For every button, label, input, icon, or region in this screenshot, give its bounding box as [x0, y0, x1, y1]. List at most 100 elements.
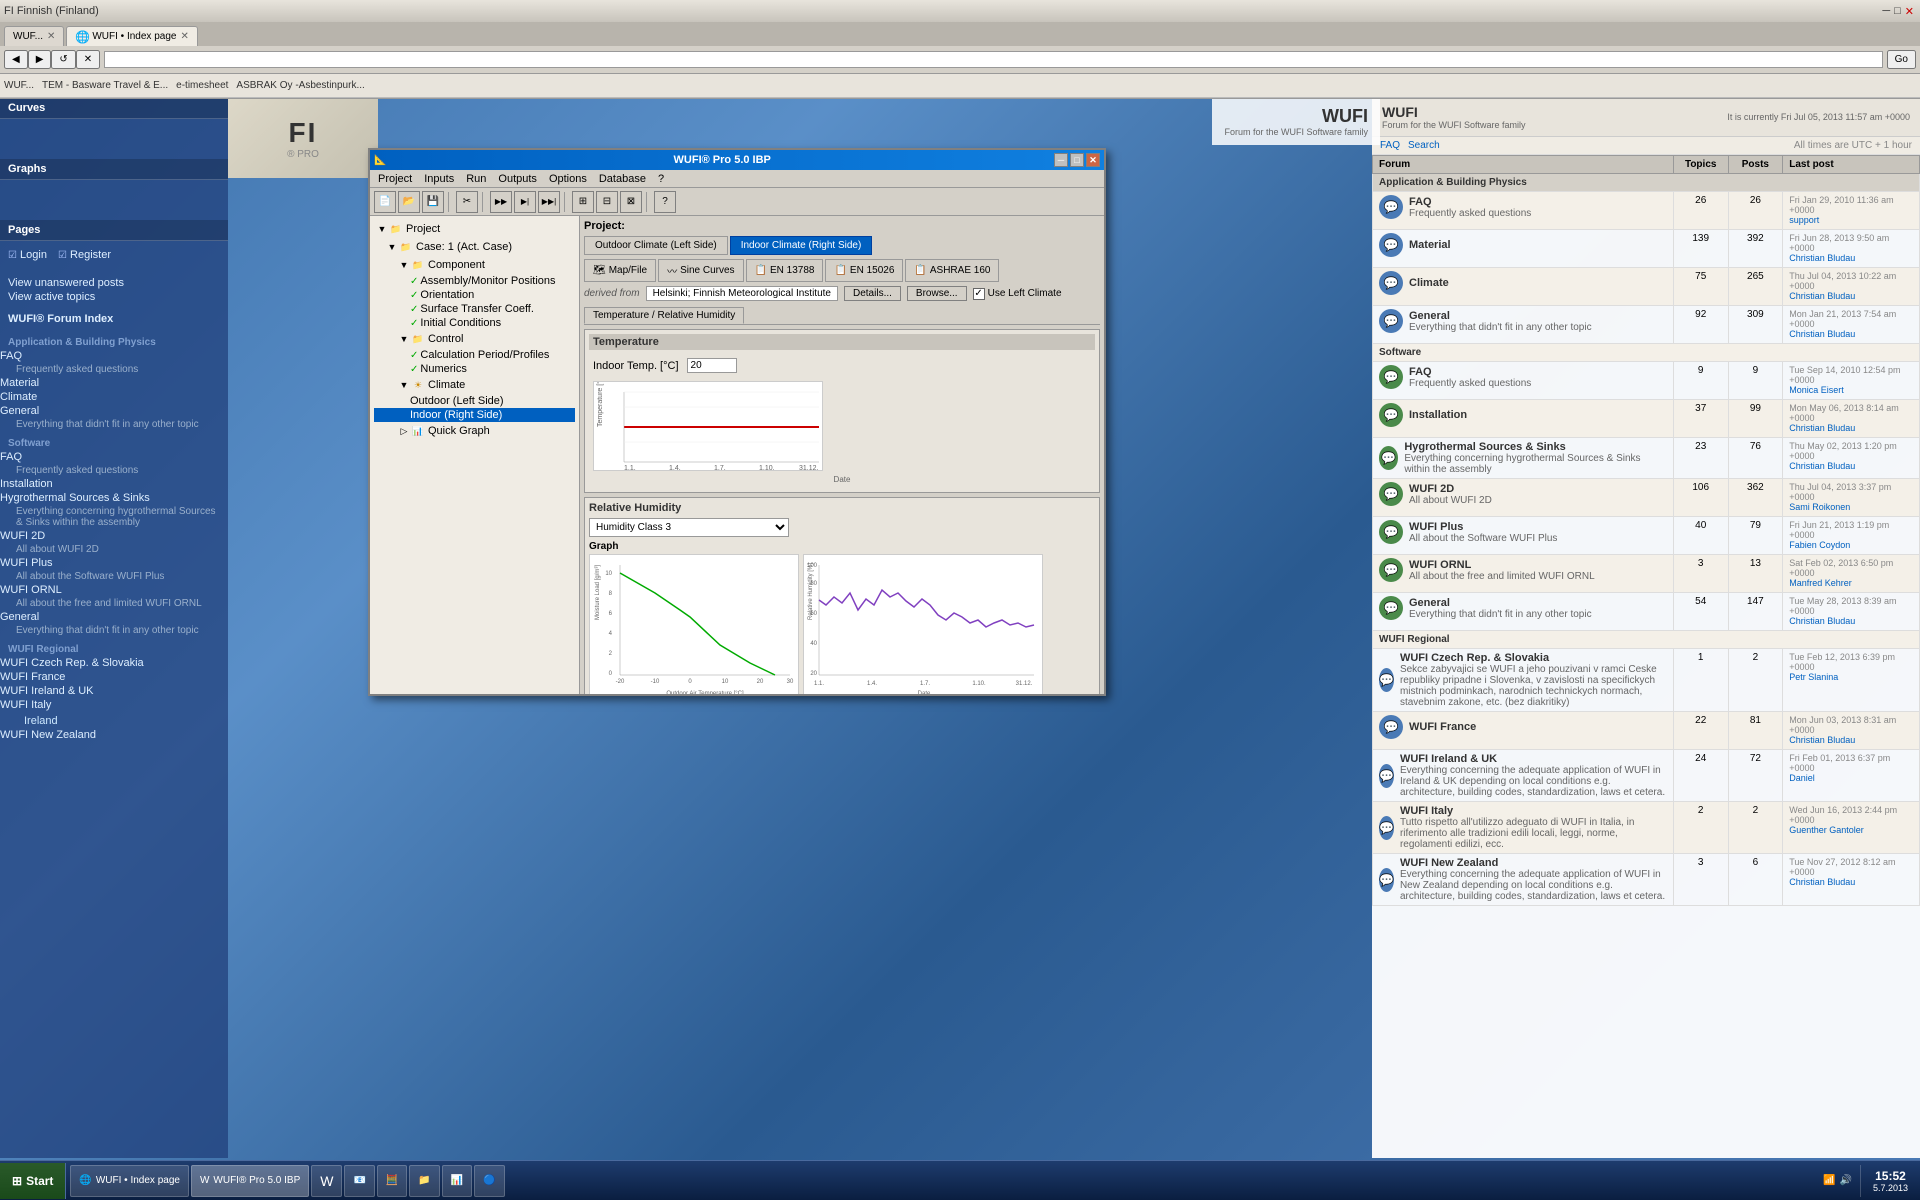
sidebar-general[interactable]: General — [0, 405, 228, 417]
menu-options[interactable]: Options — [543, 170, 593, 188]
menu-help[interactable]: ? — [652, 170, 670, 188]
tree-numerics[interactable]: ✓ Numerics — [374, 362, 575, 376]
taskbar-explorer[interactable]: 📁 — [409, 1165, 439, 1197]
menu-project[interactable]: Project — [372, 170, 418, 188]
wufiornl-last-user[interactable]: Manfred Kehrer — [1789, 578, 1852, 588]
tree-initial[interactable]: ✓ Initial Conditions — [374, 316, 575, 330]
tab-wufi-index[interactable]: 🌐 WUFI • Index page ✕ — [66, 26, 197, 46]
tree-surface[interactable]: ✓ Surface Transfer Coeff. — [374, 302, 575, 316]
refresh-btn[interactable]: ↺ — [51, 50, 75, 69]
go-btn[interactable]: Go — [1887, 50, 1916, 69]
italy-name[interactable]: WUFI Italy — [1400, 805, 1667, 817]
toolbar-run1[interactable]: ▶▶ — [490, 191, 512, 213]
tree-indoor[interactable]: Indoor (Right Side) — [374, 408, 575, 422]
toolbar-save[interactable]: 💾 — [422, 191, 444, 213]
bm-etime[interactable]: e-timesheet — [176, 80, 228, 91]
france-name[interactable]: WUFI France — [1409, 721, 1476, 733]
tree-orientation[interactable]: ✓ Orientation — [374, 288, 575, 302]
tab-mapfile[interactable]: 🗺 Map/File — [584, 259, 656, 282]
menu-inputs[interactable]: Inputs — [418, 170, 460, 188]
tree-case-expand[interactable]: ▼ — [386, 242, 398, 252]
sidebar-sw-faq[interactable]: FAQ — [0, 451, 228, 463]
sidebar-nz[interactable]: WUFI New Zealand — [0, 729, 228, 741]
wufiplus-last-user[interactable]: Fabien Coydon — [1789, 540, 1850, 550]
temp-rh-tab[interactable]: Temperature / Relative Humidity — [584, 307, 744, 324]
address-bar[interactable] — [104, 51, 1882, 68]
toolbar-help[interactable]: ? — [654, 191, 676, 213]
nz-name[interactable]: WUFI New Zealand — [1400, 857, 1667, 869]
tab-wufi-index-close[interactable]: ✕ — [180, 31, 188, 42]
browse-btn[interactable]: Browse... — [907, 286, 967, 301]
climate-last-user[interactable]: Christian Bludau — [1789, 291, 1855, 301]
general-app-name[interactable]: General — [1409, 310, 1592, 322]
wufiornl-name[interactable]: WUFI ORNL — [1409, 559, 1595, 571]
france-last-user[interactable]: Christian Bludau — [1789, 735, 1855, 745]
bm-asbrak[interactable]: ASBRAK Oy -Asbestinpurk... — [236, 80, 364, 91]
tree-case[interactable]: ▼ 📁 Case: 1 (Act. Case) — [374, 238, 575, 256]
toolbar-run2[interactable]: ▶| — [514, 191, 536, 213]
sidebar-wufiplus[interactable]: WUFI Plus — [0, 557, 228, 569]
tree-assembly[interactable]: ✓ Assembly/Monitor Positions — [374, 274, 575, 288]
install-last-user[interactable]: Christian Bludau — [1789, 423, 1855, 433]
taskbar-app2[interactable]: 📊 — [442, 1165, 472, 1197]
login-link[interactable]: Login — [20, 249, 47, 261]
tab-wuf[interactable]: WUF... ✕ — [4, 26, 64, 46]
faq-app-last-user[interactable]: support — [1789, 215, 1819, 225]
indoor-climate-tab[interactable]: Indoor Climate (Right Side) — [730, 236, 873, 255]
dialog-minimize-btn[interactable]: ─ — [1054, 153, 1068, 167]
material-last-user[interactable]: Christian Bludau — [1789, 253, 1855, 263]
tree-component-expand[interactable]: ▼ — [398, 260, 410, 270]
register-link[interactable]: Register — [70, 249, 111, 261]
view-unanswered[interactable]: View unanswered posts — [8, 277, 220, 289]
faq-link[interactable]: FAQ — [1380, 140, 1400, 151]
hygro-last-user[interactable]: Christian Bludau — [1789, 461, 1855, 471]
ireland-item[interactable]: Ireland — [0, 713, 228, 729]
taskbar-outlook[interactable]: 📧 — [344, 1165, 374, 1197]
taskbar-ie[interactable]: 🌐 WUFI • Index page — [70, 1165, 189, 1197]
tab-en13788[interactable]: 📋 EN 13788 — [746, 259, 824, 282]
faq-sw-name[interactable]: FAQ — [1409, 366, 1531, 378]
italy-last-user[interactable]: Guenther Gantoler — [1789, 825, 1864, 835]
toolbar-view3[interactable]: ⊠ — [620, 191, 642, 213]
material-name[interactable]: Material — [1409, 239, 1451, 251]
faq-sw-last-user[interactable]: Monica Eisert — [1789, 385, 1844, 395]
tree-component[interactable]: ▼ 📁 Component — [374, 256, 575, 274]
tree-project[interactable]: ▼ 📁 Project — [374, 220, 575, 238]
use-left-climate-checkbox[interactable]: ✓ — [973, 288, 985, 300]
view-active[interactable]: View active topics — [8, 291, 220, 303]
tree-control[interactable]: ▼ 📁 Control — [374, 330, 575, 348]
back-btn[interactable]: ◀ — [4, 50, 28, 69]
start-button[interactable]: ⊞ Start — [0, 1163, 66, 1199]
sidebar-italy[interactable]: WUFI Italy — [0, 699, 228, 711]
ireland-last-user[interactable]: Daniel — [1789, 773, 1815, 783]
sidebar-material[interactable]: Material — [0, 377, 228, 389]
taskbar-app3[interactable]: 🔵 — [474, 1165, 504, 1197]
search-link[interactable]: Search — [1408, 140, 1440, 151]
browser-minimize[interactable]: ─ — [1882, 5, 1890, 17]
sidebar-faq[interactable]: FAQ — [0, 350, 228, 362]
indoor-temp-input[interactable] — [687, 358, 737, 373]
sidebar-france[interactable]: WUFI France — [0, 671, 228, 683]
hygro-name[interactable]: Hygrothermal Sources & Sinks — [1404, 441, 1667, 453]
outdoor-climate-tab[interactable]: Outdoor Climate (Left Side) — [584, 236, 728, 255]
sidebar-climate[interactable]: Climate — [0, 391, 228, 403]
humidity-class-select[interactable]: Humidity Class 1 Humidity Class 2 Humidi… — [589, 518, 789, 537]
tab-sinecurves[interactable]: 〰 Sine Curves — [658, 259, 743, 282]
taskbar-clock[interactable]: 15:52 5.7.2013 — [1860, 1165, 1920, 1197]
browser-maximize[interactable]: □ — [1894, 5, 1901, 17]
toolbar-grid[interactable]: ⊟ — [596, 191, 618, 213]
faq-app-name[interactable]: FAQ — [1409, 196, 1531, 208]
toolbar-table[interactable]: ⊞ — [572, 191, 594, 213]
menu-outputs[interactable]: Outputs — [492, 170, 543, 188]
sidebar-wufi2d[interactable]: WUFI 2D — [0, 530, 228, 542]
toolbar-run3[interactable]: ▶▶| — [538, 191, 560, 213]
bm-tem[interactable]: TEM - Basware Travel & E... — [42, 80, 168, 91]
forum-index-link[interactable]: WUFI® Forum Index — [8, 313, 220, 325]
tab-wuf-close[interactable]: ✕ — [47, 31, 55, 42]
sidebar-hygro[interactable]: Hygrothermal Sources & Sinks — [0, 492, 228, 504]
czech-last-user[interactable]: Petr Slanina — [1789, 672, 1838, 682]
sidebar-install[interactable]: Installation — [0, 478, 228, 490]
install-name[interactable]: Installation — [1409, 409, 1467, 421]
ireland-name[interactable]: WUFI Ireland & UK — [1400, 753, 1667, 765]
use-left-climate-check[interactable]: ✓ Use Left Climate — [973, 288, 1062, 300]
